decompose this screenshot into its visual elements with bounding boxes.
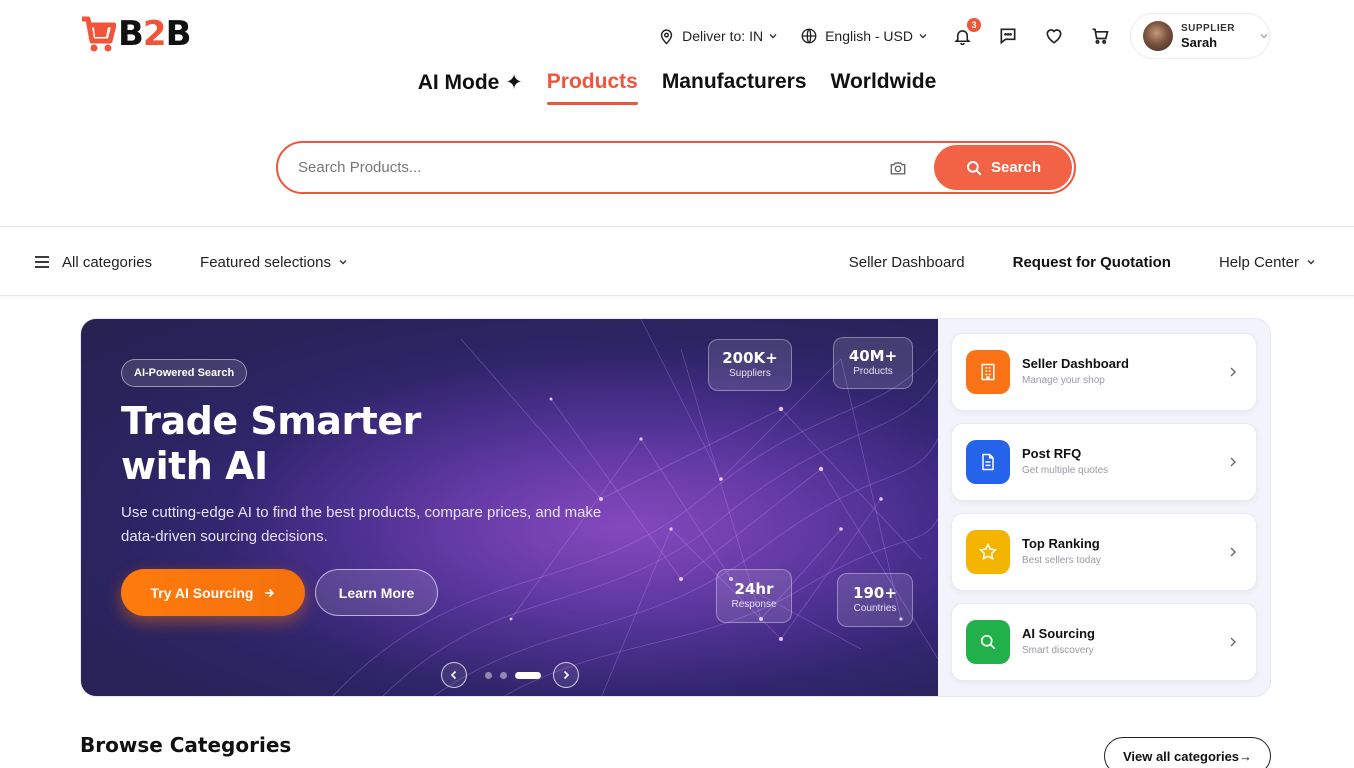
image-search-button[interactable]: [884, 154, 912, 182]
site-header: B2B Deliver to: IN English - USD 3 SUPPL…: [0, 0, 1354, 226]
globe-icon: [801, 28, 817, 44]
chevron-right-icon: [1230, 547, 1236, 557]
view-all-categories-button[interactable]: View all categories→: [1104, 737, 1271, 768]
search-input[interactable]: [298, 144, 884, 191]
location-pin-icon: [660, 28, 673, 45]
cart-button[interactable]: [1088, 24, 1112, 48]
request-for-quotation-link[interactable]: Request for Quotation: [1013, 254, 1171, 271]
carousel-prev-button[interactable]: [441, 662, 467, 688]
quick-link-top-ranking[interactable]: Top Ranking Best sellers today: [951, 513, 1257, 591]
quick-link-seller-dashboard[interactable]: Seller Dashboard Manage your shop: [951, 333, 1257, 411]
avatar: [1143, 21, 1173, 51]
tab-ai-mode[interactable]: AI Mode ✦: [418, 70, 523, 105]
cart-logo-icon: [82, 16, 116, 52]
try-ai-sourcing-button[interactable]: Try AI Sourcing: [121, 569, 305, 616]
heart-icon: [1046, 29, 1062, 44]
try-ai-sourcing-label: Try AI Sourcing: [150, 584, 254, 601]
profile-menu[interactable]: SUPPLIER Sarah: [1130, 13, 1270, 59]
document-icon: [982, 453, 994, 471]
chevron-down-icon: [919, 34, 927, 39]
carousel-dot-3[interactable]: [515, 671, 541, 679]
stat-suppliers: 200K+ Suppliers: [708, 339, 792, 391]
stat-products: 40M+ Products: [833, 337, 913, 389]
category-navbar: All categories Featured selections Selle…: [0, 226, 1354, 296]
logo-wordmark: B2B: [118, 14, 192, 54]
hero-title: Trade Smarter with AI: [121, 399, 421, 488]
stat-countries: 190+ Countries: [837, 573, 913, 627]
language-currency-selector[interactable]: English - USD: [800, 14, 928, 58]
chevron-right-icon: [1230, 367, 1236, 377]
featured-selections-dropdown[interactable]: Featured selections: [200, 254, 348, 271]
hero-section: AI-Powered Search Trade Smarter with AI …: [80, 318, 1271, 697]
chevron-down-icon: [769, 34, 777, 39]
chevron-down-icon: [1260, 34, 1268, 39]
hamburger-menu-icon: [35, 256, 49, 268]
search-button[interactable]: Search: [934, 145, 1072, 190]
tab-manufacturers[interactable]: Manufacturers: [662, 70, 807, 105]
carousel-progress-bar: [81, 696, 751, 697]
tab-worldwide[interactable]: Worldwide: [831, 70, 937, 105]
chat-icon: [1000, 28, 1016, 45]
profile-name: Sarah: [1180, 35, 1218, 50]
hero-banner: AI-Powered Search Trade Smarter with AI …: [81, 319, 938, 697]
notifications-button[interactable]: 3: [950, 18, 981, 48]
utility-bar: Deliver to: IN English - USD 3 SUPPLIER …: [658, 13, 1270, 59]
messages-button[interactable]: [996, 24, 1020, 48]
stat-response: 24hr Response: [716, 569, 792, 623]
ai-powered-tag: AI-Powered Search: [121, 359, 248, 387]
b2b-logo[interactable]: B2B: [80, 14, 192, 54]
all-categories-label: All categories: [62, 253, 153, 271]
seller-dashboard-link[interactable]: Seller Dashboard: [849, 254, 965, 271]
deliver-to-selector[interactable]: Deliver to: IN: [658, 14, 778, 58]
camera-icon: [890, 161, 906, 175]
chevron-right-icon: [1230, 637, 1236, 647]
notification-badge: 3: [967, 18, 981, 32]
arrow-right-icon: [265, 588, 275, 597]
carousel-controls: [441, 662, 579, 688]
browse-categories-heading: Browse Categories: [80, 733, 292, 757]
building-icon: [981, 363, 995, 381]
search-bar: Search: [276, 141, 1076, 194]
wishlist-button[interactable]: [1042, 24, 1066, 48]
mode-tabs: AI Mode ✦ Products Manufacturers Worldwi…: [0, 70, 1354, 105]
tab-products[interactable]: Products: [546, 70, 638, 105]
profile-role: SUPPLIER: [1180, 23, 1235, 34]
quick-link-post-rfq[interactable]: Post RFQ Get multiple quotes: [951, 423, 1257, 501]
search-icon: [966, 160, 982, 175]
chevron-down-icon: [1307, 260, 1315, 265]
search-button-label: Search: [990, 159, 1042, 176]
language-label: English - USD: [825, 28, 913, 44]
chevron-right-icon: [1230, 457, 1236, 467]
hero-description: Use cutting-edge AI to find the best pro…: [121, 504, 602, 545]
featured-selections-label: Featured selections: [200, 253, 331, 271]
learn-more-button[interactable]: Learn More: [315, 569, 438, 616]
carousel-dot-2[interactable]: [500, 671, 507, 679]
cart-icon: [1092, 28, 1109, 44]
chevron-left-icon: [450, 670, 457, 680]
quick-links-panel: Seller Dashboard Manage your shop Post R…: [938, 319, 1270, 696]
chevron-right-icon: [563, 670, 570, 680]
all-categories-button[interactable]: All categories: [34, 254, 152, 271]
carousel-dot-1[interactable]: [485, 671, 492, 679]
star-icon: [979, 542, 997, 560]
chevron-down-icon: [339, 260, 347, 265]
search-icon: [980, 634, 996, 650]
quick-link-ai-sourcing[interactable]: AI Sourcing Smart discovery: [951, 603, 1257, 681]
carousel-next-button[interactable]: [553, 662, 579, 688]
deliver-to-label: Deliver to: IN: [682, 28, 764, 44]
help-center-label: Help Center: [1218, 253, 1299, 271]
help-center-dropdown[interactable]: Help Center: [1219, 254, 1316, 271]
